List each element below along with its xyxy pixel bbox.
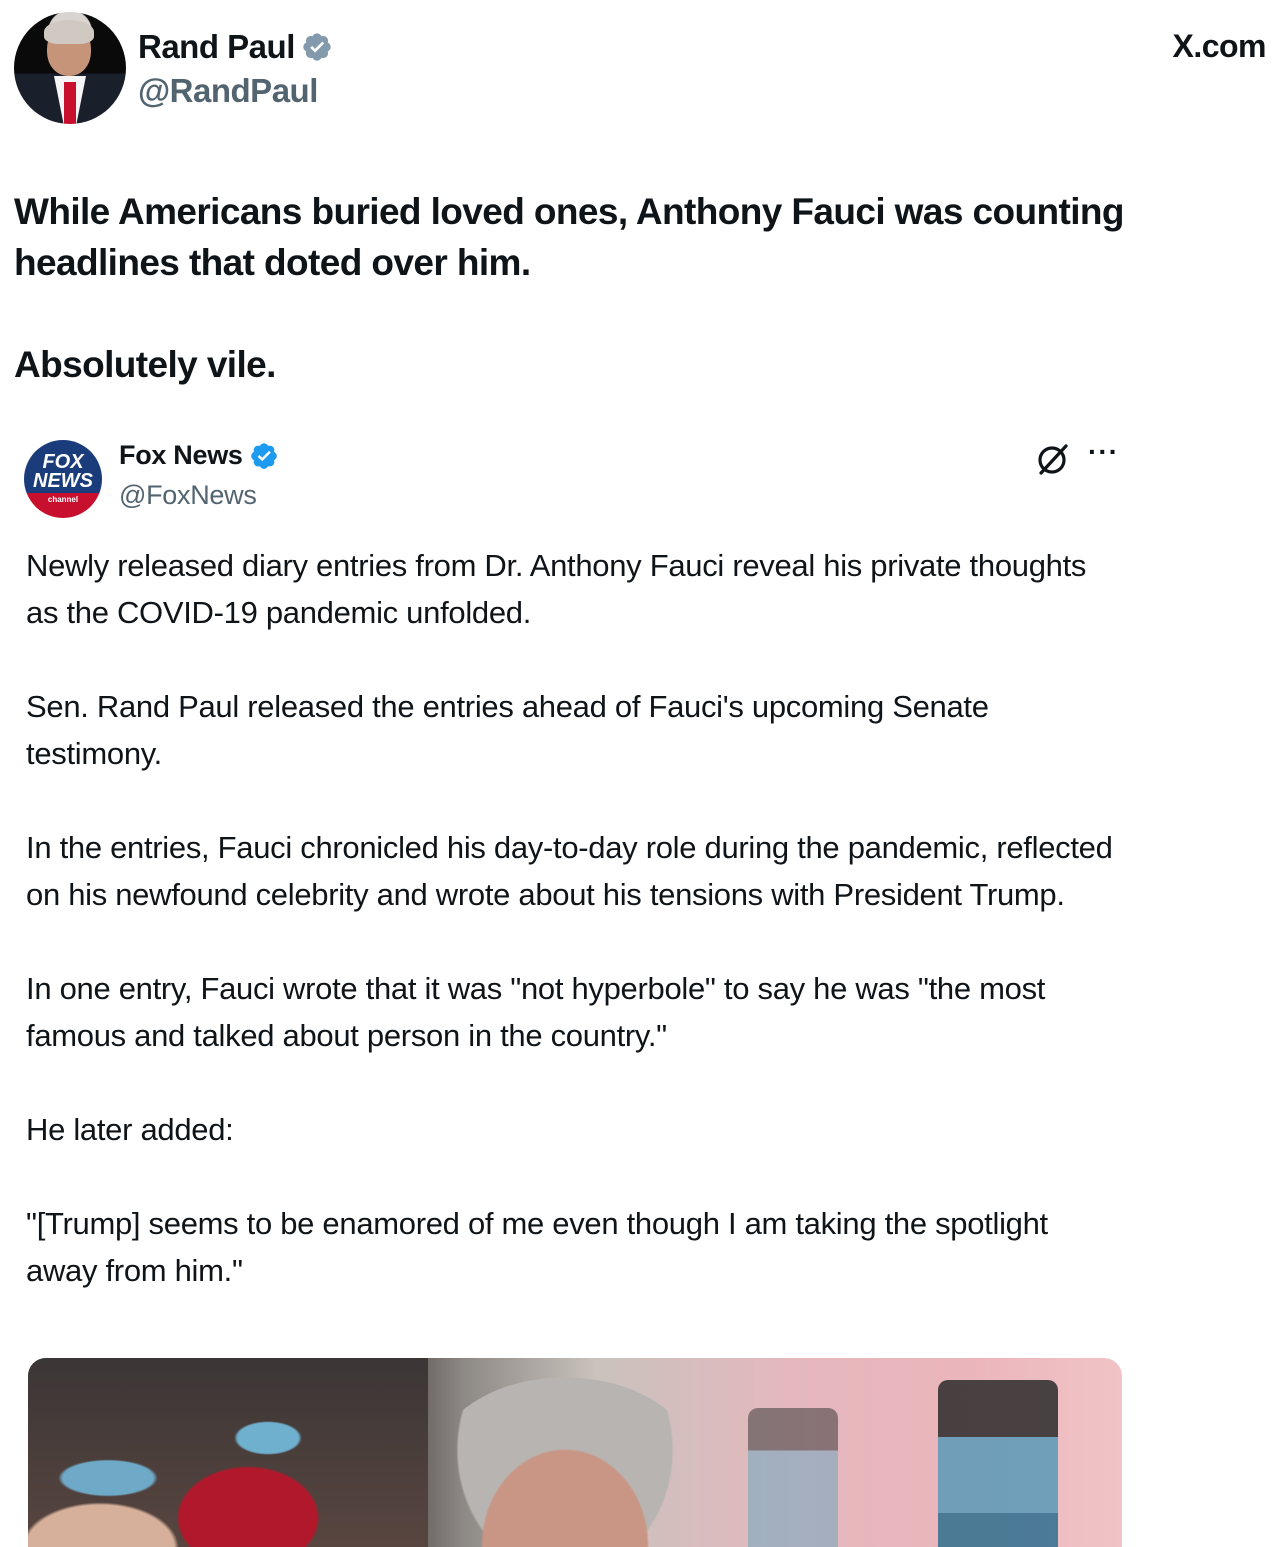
brand-label: X.com: [1172, 28, 1266, 64]
media-vial: [748, 1408, 838, 1547]
quoted-paragraph: "[Trump] seems to be enamored of me even…: [26, 1206, 1048, 1288]
author-avatar[interactable]: [14, 12, 126, 124]
quoted-paragraph: In the entries, Fauci chronicled his day…: [26, 830, 1113, 912]
quoted-post[interactable]: FOX NEWS channel Fox News @FoxNews ··· N…: [24, 432, 1124, 1547]
quoted-post-text: Newly released diary entries from Dr. An…: [26, 542, 1121, 1294]
logo-text: NEWS: [33, 470, 93, 492]
post-header: Rand Paul @RandPaul X.com: [14, 12, 1266, 124]
media-vial: [938, 1380, 1058, 1547]
quoted-media-image[interactable]: [28, 1358, 1122, 1547]
fox-news-logo[interactable]: FOX NEWS channel: [24, 440, 102, 518]
author-name[interactable]: Rand Paul: [138, 28, 295, 66]
quoted-author-handle[interactable]: @FoxNews: [119, 480, 257, 511]
grok-icon[interactable]: [1034, 440, 1072, 478]
more-options-icon[interactable]: ···: [1088, 438, 1119, 466]
media-crowd: [28, 1358, 428, 1547]
post-text: While Americans buried loved ones, Antho…: [14, 186, 1244, 390]
avatar-hair: [44, 20, 94, 44]
post-text-line: While Americans buried loved ones, Antho…: [14, 191, 1124, 283]
quoted-paragraph: Newly released diary entries from Dr. An…: [26, 548, 1087, 630]
verified-badge-grey-icon: [301, 31, 333, 63]
quoted-paragraph: He later added:: [26, 1112, 234, 1147]
quoted-author-name[interactable]: Fox News: [119, 440, 243, 471]
quoted-author-name-row[interactable]: Fox News: [119, 440, 279, 471]
post-text-line: Absolutely vile.: [14, 344, 276, 385]
author-handle[interactable]: @RandPaul: [138, 72, 318, 110]
quoted-paragraph: Sen. Rand Paul released the entries ahea…: [26, 689, 989, 771]
logo-text: FOX: [42, 451, 84, 473]
author-name-row[interactable]: Rand Paul: [138, 28, 333, 66]
verified-badge-blue-icon: [249, 441, 279, 471]
quoted-paragraph: In one entry, Fauci wrote that it was "n…: [26, 971, 1046, 1053]
media-portrait: [420, 1378, 710, 1547]
logo-text: channel: [47, 495, 79, 504]
avatar-tie: [64, 82, 76, 124]
